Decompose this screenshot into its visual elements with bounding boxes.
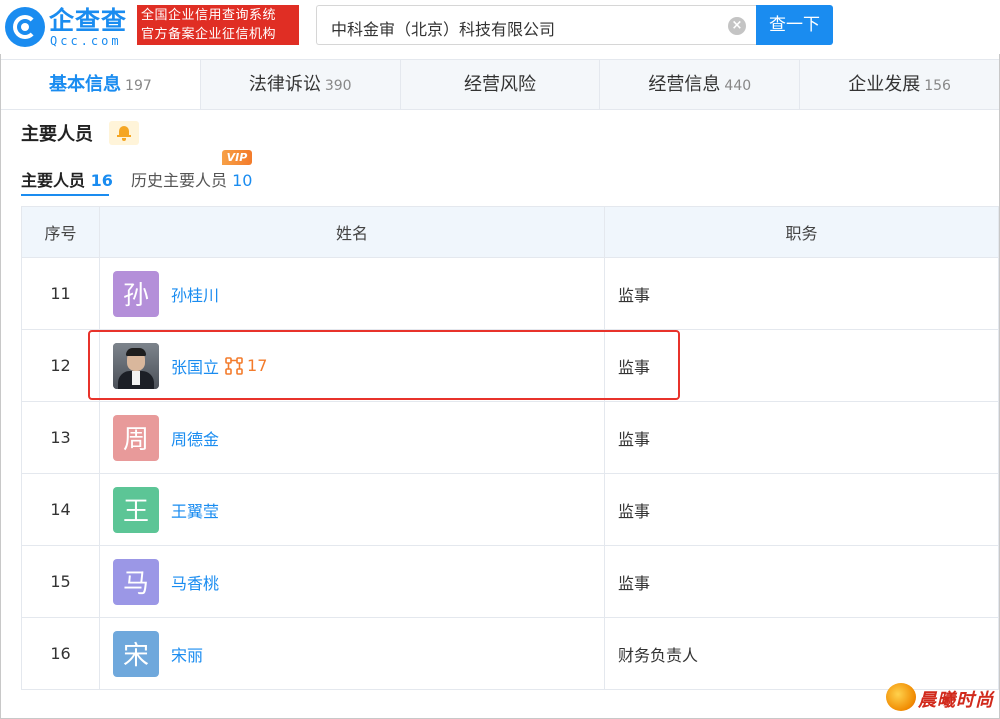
person-name-link[interactable]: 马香桃 — [171, 570, 219, 594]
personnel-table: 序号 姓名 职务 11 孙 孙桂川 监事 12 张国立 17 监事 13 周 周… — [21, 206, 999, 690]
header-name: 姓名 — [100, 207, 605, 257]
tab-business-info[interactable]: 经营信息 440 — [600, 60, 801, 109]
bell-icon[interactable] — [109, 121, 139, 145]
row-role: 财务负责人 — [605, 618, 999, 689]
tab-label: 基本信息 — [49, 74, 122, 95]
header-role: 职务 — [605, 207, 999, 257]
row-person: 宋 宋丽 — [100, 618, 605, 689]
tab-count: 440 — [724, 78, 752, 94]
logo-domain: Qcc.com — [50, 34, 122, 48]
header-index: 序号 — [22, 207, 100, 257]
row-role: 监事 — [605, 474, 999, 545]
table-row: 15 马 马香桃 监事 — [22, 546, 999, 618]
avatar[interactable]: 周 — [113, 414, 159, 461]
row-role: 监事 — [605, 546, 999, 617]
table-row: 11 孙 孙桂川 监事 — [22, 258, 999, 330]
watermark: 晨曦时尚 — [886, 680, 996, 714]
person-name-link[interactable]: 王翼莹 — [171, 498, 219, 522]
row-index: 11 — [22, 258, 100, 329]
subtab-active-underline — [21, 194, 109, 196]
watermark-text: 晨曦时尚 — [918, 690, 994, 711]
row-role: 监事 — [605, 258, 999, 329]
tab-label: 经营风险 — [463, 74, 536, 95]
tab-basic-info[interactable]: 基本信息 197 — [1, 60, 201, 109]
qcc-logo[interactable]: 企查查 Qcc.com — [5, 6, 131, 48]
row-person: 周 周德金 — [100, 402, 605, 473]
row-person: 王 王翼莹 — [100, 474, 605, 545]
tab-development[interactable]: 企业发展 156 — [800, 60, 999, 109]
avatar[interactable]: 王 — [113, 486, 159, 533]
clear-icon[interactable]: × — [728, 17, 746, 35]
avatar[interactable]: 马 — [113, 558, 159, 605]
row-person: 马 马香桃 — [100, 546, 605, 617]
section-title: 主要人员 — [21, 124, 93, 145]
search-button[interactable]: 查一下 — [756, 5, 833, 45]
search-input-value: 中科金审（北京）科技有限公司 — [331, 20, 556, 39]
qcc-logo-icon — [5, 7, 45, 47]
row-index: 14 — [22, 474, 100, 545]
slogan-line-2: 官方备案企业征信机构 — [141, 27, 277, 42]
person-name-link[interactable]: 周德金 — [171, 426, 219, 450]
company-tabs: 基本信息 197 法律诉讼 390 经营风险 经营信息 440 企业发展 156 — [1, 59, 999, 110]
tab-business-risk[interactable]: 经营风险 — [400, 60, 601, 109]
watermark-logo-icon — [886, 683, 916, 711]
avatar[interactable]: 宋 — [113, 630, 159, 677]
subtab-label: 主要人员 — [21, 171, 86, 190]
table-row: 14 王 王翼莹 监事 — [22, 474, 999, 546]
subtab-history-personnel[interactable]: 历史主要人员 10 — [131, 167, 252, 191]
slogan-line-1: 全国企业信用查询系统 — [141, 8, 277, 23]
person-name-link[interactable]: 孙桂川 — [171, 282, 219, 306]
vip-badge: VIP — [222, 150, 252, 165]
table-header-row: 序号 姓名 职务 — [22, 207, 999, 258]
person-name-link[interactable]: 宋丽 — [171, 642, 203, 666]
table-row: 16 宋 宋丽 财务负责人 — [22, 618, 999, 690]
tab-label: 法律诉讼 — [248, 74, 321, 95]
tab-count: 197 — [125, 78, 152, 94]
tab-label: 经营信息 — [648, 74, 721, 95]
subtab-current-personnel[interactable]: 主要人员 16 — [21, 167, 113, 191]
slogan-banner: 全国企业信用查询系统 官方备案企业征信机构 — [137, 5, 299, 45]
subtab-count: 16 — [90, 171, 113, 190]
tab-label: 企业发展 — [848, 74, 921, 95]
highlight-box — [88, 330, 680, 400]
tab-count: 390 — [324, 78, 352, 94]
row-person: 孙 孙桂川 — [100, 258, 605, 329]
search-input[interactable]: 中科金审（北京）科技有限公司 × — [316, 5, 756, 45]
row-index: 13 — [22, 402, 100, 473]
subtab-label: 历史主要人员 — [131, 171, 228, 190]
subtab-count: 10 — [232, 171, 253, 190]
table-row: 13 周 周德金 监事 — [22, 402, 999, 474]
tab-legal-litigation[interactable]: 法律诉讼 390 — [200, 60, 401, 109]
row-index: 15 — [22, 546, 100, 617]
row-role: 监事 — [605, 402, 999, 473]
site-header: 企查查 Qcc.com 全国企业信用查询系统 官方备案企业征信机构 中科金审（北… — [0, 0, 1000, 54]
row-index: 16 — [22, 618, 100, 689]
logo-name: 企查查 — [49, 6, 128, 35]
avatar[interactable]: 孙 — [113, 270, 159, 317]
tab-count: 156 — [924, 78, 951, 94]
